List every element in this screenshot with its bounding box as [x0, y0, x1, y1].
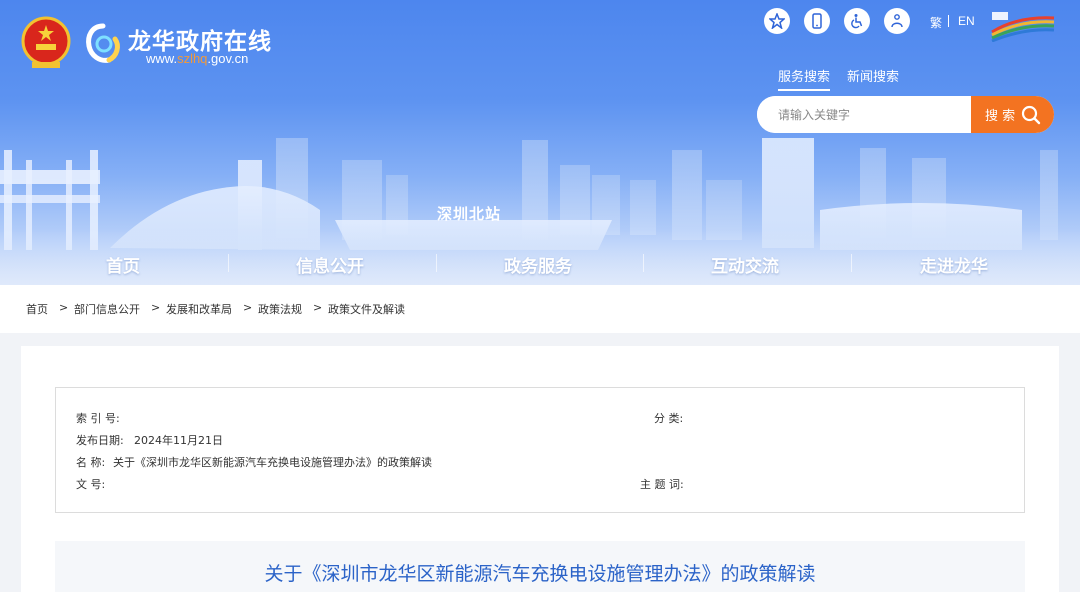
nav-item-home[interactable]: 首页 [106, 252, 140, 277]
breadcrumb-home[interactable]: 首页 [26, 301, 48, 317]
meta-name-label: 名 称: [76, 456, 106, 469]
meta-name-value: 关于《深圳市龙华区新能源汽车充换电设施管理办法》的政策解读 [113, 456, 432, 469]
meta-date-label: 发布日期: [76, 434, 124, 447]
nav-item-interaction[interactable]: 互动交流 [711, 252, 779, 277]
search-tab-news[interactable]: 新闻搜索 [847, 66, 899, 85]
article-title: 关于《深圳市龙华区新能源汽车充换电设施管理办法》的政策解读 [264, 563, 816, 585]
search-input[interactable] [757, 96, 971, 133]
lang-divider [948, 15, 949, 27]
article-title-band: 关于《深圳市龙华区新能源汽车充换电设施管理办法》的政策解读 [55, 541, 1025, 592]
site-url-highlight: szlhq [177, 51, 208, 66]
breadcrumb-separator: > [151, 301, 161, 314]
nav-divider [851, 254, 852, 272]
star-service-icon[interactable] [764, 8, 790, 34]
nav-divider [643, 254, 644, 272]
header-banner: 龙华政府在线 www.szlhq.gov.cn 繁 EN 服务搜索 新闻搜索 搜… [0, 0, 1080, 285]
nav-item-about-longhua[interactable]: 走进龙华 [920, 252, 988, 277]
mobile-icon[interactable] [804, 8, 830, 34]
accessibility-icon[interactable] [844, 8, 870, 34]
meta-docno-label: 文 号: [76, 478, 106, 491]
meta-index-label: 索 引 号: [76, 412, 120, 425]
national-emblem-icon [21, 16, 71, 68]
breadcrumb-policy-docs[interactable]: 政策文件及解读 [328, 301, 405, 317]
main-nav: 首页 信息公开 政务服务 互动交流 走进龙华 [0, 244, 1080, 282]
meta-category-label: 分 类: [654, 412, 684, 425]
breadcrumb-separator: > [243, 301, 253, 314]
longhua-logo-icon [86, 23, 120, 63]
search-box: 搜 索 [757, 96, 1054, 133]
breadcrumb-dept-info[interactable]: 部门信息公开 [74, 301, 140, 317]
elderly-care-icon[interactable] [884, 8, 910, 34]
document-meta-box: 索 引 号: 分 类: 发布日期: 2024年11月21日 名 称: 关于《深圳… [55, 387, 1025, 513]
banner-station-label: 深圳北站 [437, 205, 502, 223]
breadcrumb-dev-reform-bureau[interactable]: 发展和改革局 [166, 301, 232, 317]
breadcrumb-policy-regulations[interactable]: 政策法规 [258, 301, 302, 317]
nav-item-info-disclosure[interactable]: 信息公开 [296, 252, 364, 277]
site-url: www.szlhq.gov.cn [146, 51, 248, 66]
lang-english-link[interactable]: EN [958, 14, 975, 28]
nav-divider [436, 254, 437, 272]
meta-keywords-label: 主 题 词: [640, 478, 684, 491]
search-button[interactable]: 搜 索 [971, 96, 1054, 133]
search-tab-service[interactable]: 服务搜索 [778, 66, 831, 91]
nav-item-gov-services[interactable]: 政务服务 [504, 252, 572, 277]
nav-divider [228, 254, 229, 272]
breadcrumb-separator: > [59, 301, 69, 314]
site-url-prefix: www. [146, 51, 178, 66]
site-url-suffix: .gov.cn [207, 51, 249, 66]
meta-date-value: 2024年11月21日 [134, 434, 223, 447]
breadcrumb: 首页 > 部门信息公开 > 发展和改革局 > 政策法规 > 政策文件及解读 [0, 285, 1080, 333]
search-button-label: 搜 索 [985, 109, 1016, 124]
shenzhen-city-logo-icon [991, 12, 1055, 42]
breadcrumb-separator: > [313, 301, 323, 314]
search-icon [1022, 105, 1041, 124]
lang-traditional-link[interactable]: 繁 [930, 14, 942, 31]
